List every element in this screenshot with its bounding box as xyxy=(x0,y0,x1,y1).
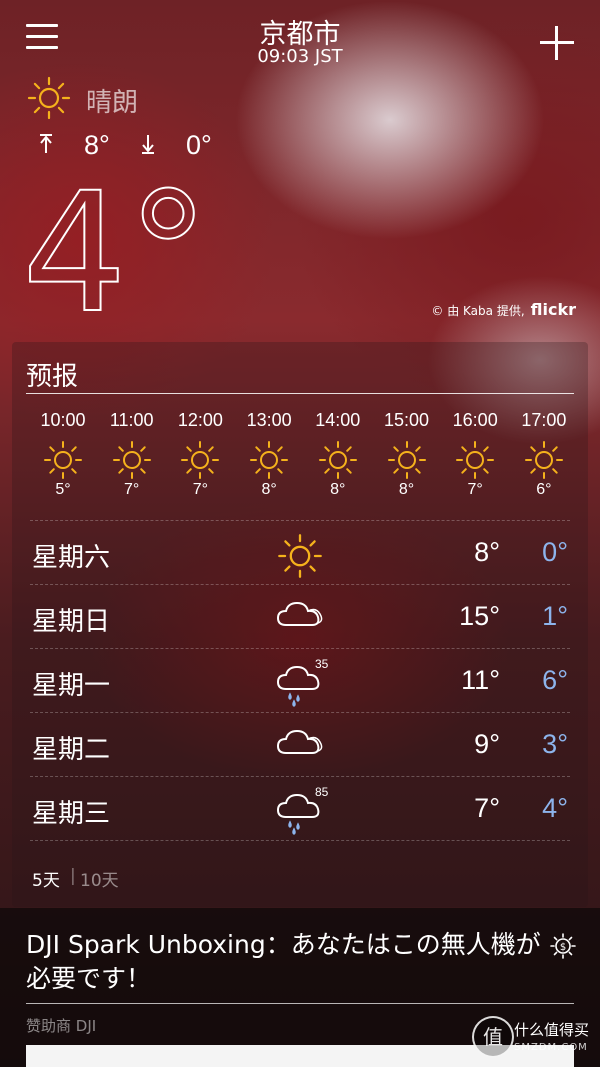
hourly-item: 10:00 5° xyxy=(29,410,97,499)
precip-chance: 35 xyxy=(315,657,329,671)
hourly-temp: 7° xyxy=(124,481,140,498)
divider xyxy=(26,1003,574,1004)
day-high: 7° xyxy=(474,793,500,823)
hourly-item: 15:00 8° xyxy=(373,410,441,499)
low-arrow-icon xyxy=(142,135,154,154)
day-high: 8° xyxy=(474,537,500,567)
hourly-item: 17:00 6° xyxy=(510,410,578,499)
daily-row[interactable]: 星期六 8° 0° xyxy=(30,520,570,585)
watermark: 值 什么值得买 SMZDM.COM xyxy=(470,1016,600,1064)
hourly-temp: 8° xyxy=(330,481,346,498)
sun-icon xyxy=(524,441,563,479)
sun-icon xyxy=(27,76,71,120)
hourly-temp: 8° xyxy=(398,481,415,498)
sun-icon xyxy=(387,441,426,479)
hourly-temp: 8° xyxy=(261,481,277,498)
hourly-time: 10:00 xyxy=(40,410,86,430)
day-low: 4° xyxy=(542,793,568,823)
daily-row[interactable]: 星期三 85 7° 4° xyxy=(30,776,570,841)
hourly-time: 11:00 xyxy=(109,410,154,430)
tab-10-day[interactable]: 10天 xyxy=(80,866,119,891)
day-low: 0° xyxy=(542,537,568,567)
sun-icon xyxy=(112,441,151,479)
ad-sponsor: 赞助商 DJI xyxy=(26,1017,97,1035)
photo-credit-text: © 由 Kaba 提供, xyxy=(431,304,525,318)
day-high: 15° xyxy=(459,601,500,631)
cloud-icon xyxy=(276,729,323,754)
tab-separator: | xyxy=(70,866,76,886)
flickr-logo: flickr xyxy=(530,300,576,319)
day-name: 星期三 xyxy=(32,799,111,829)
sun-icon xyxy=(250,441,289,479)
day-low: 6° xyxy=(542,665,568,695)
high-arrow-icon xyxy=(40,134,52,153)
hourly-time: 13:00 xyxy=(246,410,292,430)
day-name: 星期六 xyxy=(32,543,111,573)
day-name: 星期一 xyxy=(32,671,111,701)
photo-credit[interactable]: © 由 Kaba 提供, flickr xyxy=(380,300,576,319)
watermark-sub: SMZDM.COM xyxy=(514,1042,588,1053)
hourly-time: 12:00 xyxy=(177,410,223,430)
divider xyxy=(26,393,574,394)
hourly-time: 17:00 xyxy=(521,410,567,430)
day-name: 星期日 xyxy=(32,607,111,637)
hourly-item: 11:00 7° xyxy=(98,410,166,499)
daily-row[interactable]: 星期二 9° 3° xyxy=(30,712,570,777)
hourly-time: 15:00 xyxy=(383,410,430,430)
cloud-icon xyxy=(276,601,323,626)
watermark-logo: 值 xyxy=(472,1016,514,1058)
ad-title[interactable]: DJI Spark Unboxing：あなたはこの無人機が必要です！ xyxy=(26,928,546,996)
sponsored-badge-icon: $ xyxy=(550,933,576,959)
day-low: 3° xyxy=(542,729,568,759)
hourly-item: 13:00 8° xyxy=(235,410,303,499)
daily-row[interactable]: 星期日 15° 1° xyxy=(30,584,570,649)
sun-icon xyxy=(44,441,82,479)
sun-icon xyxy=(278,534,322,578)
divider xyxy=(30,840,570,842)
day-high: 9° xyxy=(474,729,500,759)
local-time: 09:03 JST xyxy=(257,46,343,67)
hourly-item: 12:00 7° xyxy=(166,410,234,499)
hourly-time: 16:00 xyxy=(452,410,498,430)
hourly-temp: 6° xyxy=(536,481,552,498)
watermark-text: 什么值得买 xyxy=(514,1021,590,1039)
daily-row[interactable]: 星期一 35 11° 6° xyxy=(30,648,570,713)
day-name: 星期二 xyxy=(32,735,111,765)
day-low: 1° xyxy=(542,601,568,631)
hourly-temp: 7° xyxy=(467,481,483,498)
hourly-item: 16:00 7° xyxy=(441,410,509,499)
hourly-temp: 5° xyxy=(55,481,71,498)
current-temperature: 4° xyxy=(21,157,210,349)
current-condition: 晴朗 xyxy=(86,88,139,118)
sun-icon xyxy=(456,441,495,479)
hourly-temp: 7° xyxy=(192,481,209,498)
hourly-item: 14:00 8° xyxy=(304,410,372,499)
sun-icon xyxy=(318,441,357,479)
day-high: 11° xyxy=(461,665,500,695)
forecast-title: 预报 xyxy=(26,362,79,392)
precip-chance: 85 xyxy=(315,785,329,799)
hourly-time: 14:00 xyxy=(315,410,361,430)
sun-icon xyxy=(181,441,220,479)
svg-text:$: $ xyxy=(560,942,566,953)
add-city-button[interactable] xyxy=(540,26,574,60)
tab-5-day[interactable]: 5天 xyxy=(32,866,60,891)
